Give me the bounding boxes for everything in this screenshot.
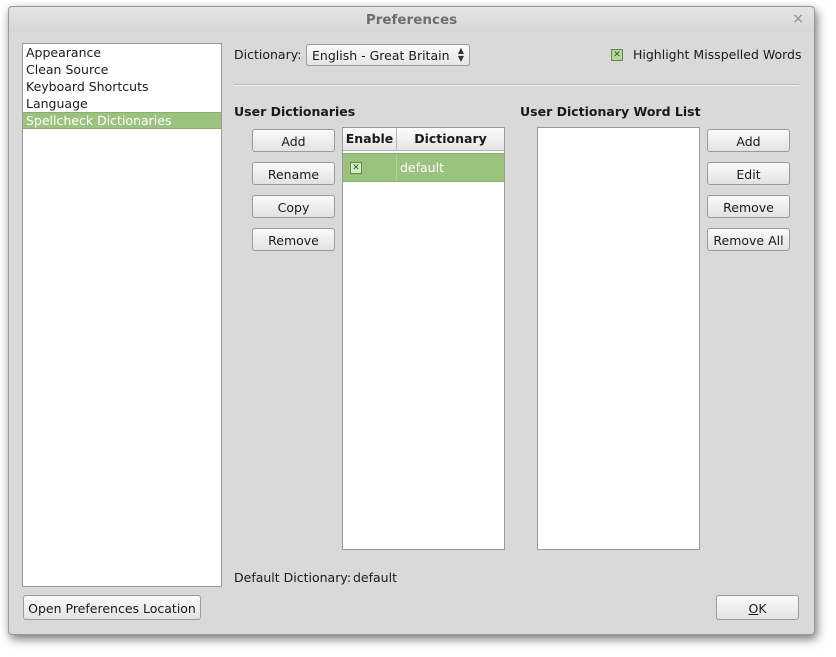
cell-divider [396, 154, 397, 181]
title-bar[interactable]: Preferences × [9, 7, 814, 33]
category-keyboard-shortcuts[interactable]: Keyboard Shortcuts [23, 78, 221, 95]
dictionary-name-cell: default [400, 160, 444, 175]
copy-dictionary-button[interactable]: Copy [252, 195, 335, 218]
user-dictionaries-table: Enable Dictionary ✕ default [342, 127, 505, 550]
preferences-dialog: Preferences × Appearance Clean Source Ke… [8, 6, 815, 635]
ok-label-rest: K [758, 601, 767, 616]
dictionary-label: Dictionary: [234, 47, 302, 62]
add-word-button[interactable]: Add [707, 129, 790, 152]
default-dictionary-value: default [353, 570, 397, 585]
default-dictionary-label: Default Dictionary: [234, 570, 352, 585]
ok-button[interactable]: OK [716, 595, 799, 620]
updown-arrows-icon: ▲ ▼ [457, 46, 464, 63]
category-appearance[interactable]: Appearance [23, 44, 221, 61]
category-list: Appearance Clean Source Keyboard Shortcu… [22, 43, 222, 587]
close-icon[interactable]: × [792, 11, 804, 27]
table-row[interactable]: ✕ default [343, 153, 504, 182]
edit-word-button[interactable]: Edit [707, 162, 790, 185]
dictionary-select-value: English - Great Britain [312, 48, 450, 63]
remove-word-button[interactable]: Remove [707, 195, 790, 218]
category-language[interactable]: Language [23, 95, 221, 112]
word-list[interactable] [537, 127, 700, 550]
category-clean-source[interactable]: Clean Source [23, 61, 221, 78]
remove-dictionary-button[interactable]: Remove [252, 228, 335, 251]
add-dictionary-button[interactable]: Add [252, 129, 335, 152]
word-list-heading: User Dictionary Word List [520, 104, 701, 119]
dictionary-select[interactable]: English - Great Britain ▲ ▼ [306, 44, 470, 66]
category-spellcheck-dictionaries[interactable]: Spellcheck Dictionaries [23, 112, 221, 129]
highlight-misspelled-checkbox[interactable]: ✕ [611, 49, 623, 61]
open-preferences-location-button[interactable]: Open Preferences Location [23, 595, 201, 620]
remove-all-words-button[interactable]: Remove All [707, 228, 790, 251]
table-header: Enable Dictionary [343, 128, 504, 151]
column-header-dictionary[interactable]: Dictionary [397, 128, 504, 151]
column-header-enable[interactable]: Enable [343, 128, 397, 151]
separator [234, 84, 799, 86]
rename-dictionary-button[interactable]: Rename [252, 162, 335, 185]
window-title: Preferences [365, 12, 458, 28]
enable-checkbox[interactable]: ✕ [350, 162, 362, 174]
highlight-misspelled-label: Highlight Misspelled Words [633, 47, 802, 62]
user-dictionaries-heading: User Dictionaries [234, 104, 356, 119]
ok-mnemonic: O [748, 601, 759, 616]
